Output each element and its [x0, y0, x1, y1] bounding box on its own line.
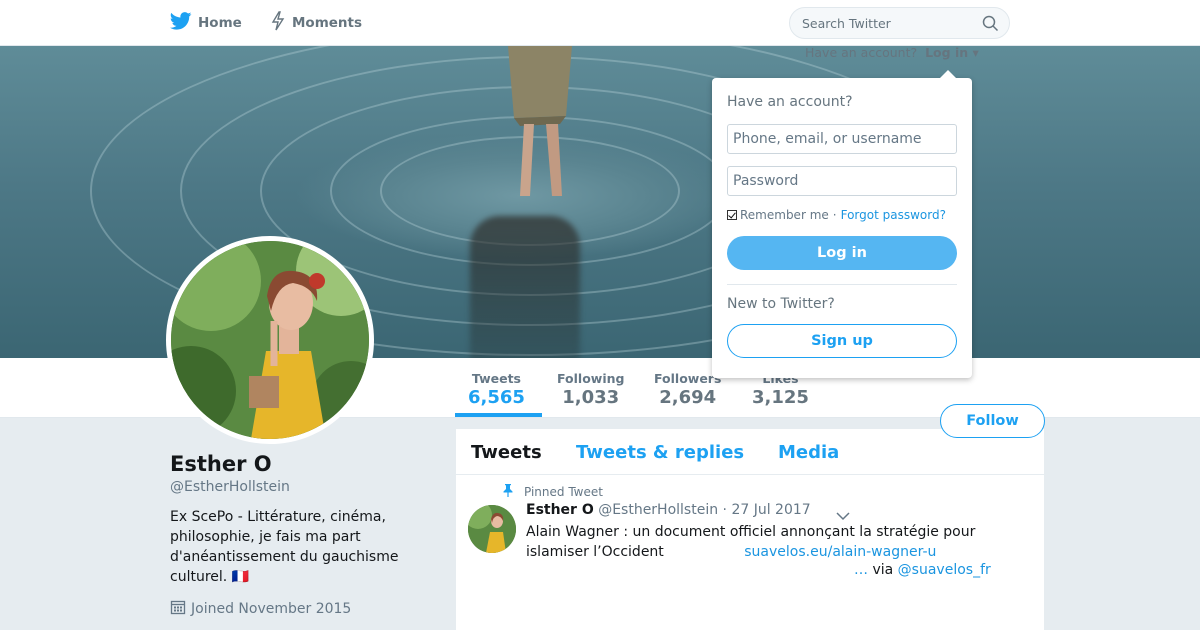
stat-value: 1,033 [562, 387, 620, 408]
tab-tweets[interactable]: Tweets [471, 442, 542, 463]
new-to-twitter-label: New to Twitter? [727, 296, 835, 312]
username-placeholder: Phone, email, or username [733, 131, 922, 147]
login-button[interactable]: Log in [727, 236, 957, 270]
remember-separator: · [832, 208, 837, 222]
tweet-avatar[interactable] [468, 505, 516, 553]
pin-icon [502, 483, 524, 500]
tweet-via-label: via [872, 562, 894, 578]
nav-home[interactable]: Home [169, 0, 242, 46]
banner-reflection [470, 216, 580, 358]
login-hint-link[interactable]: Log in ▾ [925, 45, 979, 60]
stat-value: 3,125 [752, 387, 809, 408]
tweet-header: Esther O @EstherHollstein · 27 Jul 2017 [526, 502, 811, 518]
lightning-icon [270, 11, 292, 35]
tab-tweets-replies[interactable]: Tweets & replies [576, 442, 744, 463]
forgot-password-link[interactable]: Forgot password? [841, 208, 946, 222]
nav-moments-label: Moments [292, 15, 363, 31]
tweet-link[interactable]: suavelos.eu/alain-wagner-u [744, 544, 936, 560]
remember-row: Remember me · Forgot password? [727, 208, 946, 222]
stat-value: 2,694 [659, 387, 717, 408]
profile-description: Ex ScePo - Littérature, cinéma, philosop… [170, 509, 399, 585]
tweet-date[interactable]: · 27 Jul 2017 [723, 502, 811, 518]
profile-joined-text: Joined November 2015 [191, 601, 352, 617]
caret-down-icon: ▾ [972, 45, 979, 60]
stat-followers[interactable]: Followers 2,694 [654, 371, 721, 408]
login-dropdown: Have an account? Phone, email, or userna… [712, 70, 972, 378]
stat-label: Following [557, 371, 625, 386]
tweet-via-handle[interactable]: @suavelos_fr [898, 562, 991, 578]
tweet-text: Alain Wagner : un document officiel anno… [526, 522, 1006, 562]
tweet-author-name[interactable]: Esther O [526, 502, 594, 518]
login-dropdown-title: Have an account? [727, 94, 853, 110]
search-placeholder: Search Twitter [802, 15, 891, 31]
calendar-icon [170, 599, 191, 619]
follow-button[interactable]: Follow [940, 404, 1045, 438]
stat-following[interactable]: Following 1,033 [557, 371, 624, 408]
pinned-text: Pinned Tweet [524, 484, 603, 499]
login-divider [727, 284, 957, 285]
nav-home-label: Home [198, 15, 242, 31]
avatar-photo [171, 241, 369, 439]
active-stat-underline [455, 413, 542, 417]
stat-label: Tweets [471, 371, 521, 386]
tab-media[interactable]: Media [778, 442, 839, 463]
signup-button[interactable]: Sign up [727, 324, 957, 358]
profile-handle[interactable]: @EstherHollstein [170, 479, 440, 495]
timeline: Tweets Tweets & replies Media Pinned Twe… [456, 429, 1044, 630]
profile-joined: Joined November 2015 [170, 599, 440, 619]
search-input[interactable]: Search Twitter [789, 7, 1010, 39]
remember-checkbox[interactable] [727, 210, 737, 220]
top-nav: Home Moments Search Twitter [0, 0, 1200, 46]
login-hint: Have an account? Log in ▾ [805, 45, 979, 60]
nav-moments[interactable]: Moments [270, 0, 362, 46]
tweet-link-ellipsis[interactable]: … [854, 562, 868, 578]
profile-name[interactable]: Esther O [170, 452, 440, 476]
tweet-via: … via @suavelos_fr [854, 562, 991, 578]
avatar[interactable] [166, 236, 374, 444]
banner-figure [508, 46, 572, 196]
profile-bio: Esther O @EstherHollstein Ex ScePo - Lit… [170, 452, 440, 619]
twitter-bird-icon [169, 12, 198, 34]
stat-value: 6,565 [468, 387, 525, 408]
remember-label[interactable]: Remember me [740, 208, 829, 222]
username-field[interactable]: Phone, email, or username [727, 124, 957, 154]
password-field[interactable]: Password [727, 166, 957, 196]
stat-tweets[interactable]: Tweets 6,565 [468, 371, 525, 408]
pinned-label: Pinned Tweet [502, 483, 603, 500]
login-hint-question: Have an account? [805, 45, 918, 60]
search-icon[interactable] [982, 15, 999, 35]
tweet-author-handle[interactable]: @EstherHollstein [598, 502, 718, 518]
password-placeholder: Password [733, 173, 799, 189]
